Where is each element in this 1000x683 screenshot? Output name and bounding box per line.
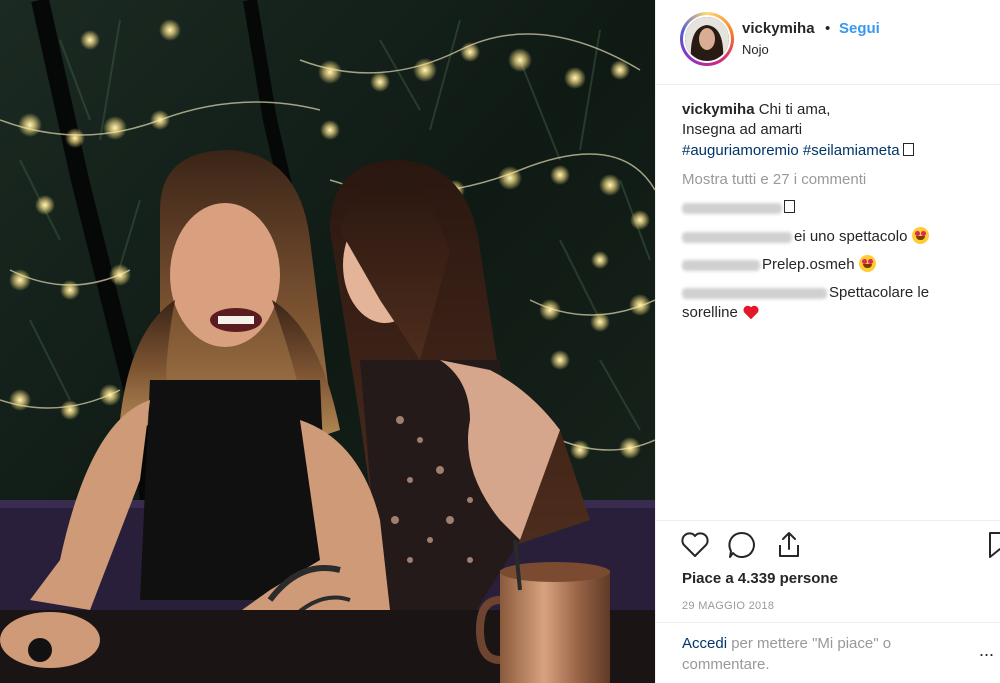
bookmark-icon[interactable]: [983, 528, 1000, 562]
heart-icon[interactable]: [678, 528, 712, 562]
login-link[interactable]: Accedi: [682, 635, 727, 652]
comment-text-continued: sorelline: [682, 304, 738, 321]
caption-hashtags: #auguriamoremio #seilamiameta: [682, 141, 914, 161]
comment-text: ei uno spettacolo: [794, 228, 908, 245]
login-prompt: Accedi per mettere "Mi piace" o commenta…: [682, 633, 952, 675]
comment-username-blurred[interactable]: [682, 202, 782, 214]
login-prompt-text-2: commentare.: [682, 656, 770, 673]
likes-count[interactable]: Piace a 4.339 persone: [682, 570, 838, 587]
login-prompt-text: per mettere "Mi piace" o: [727, 635, 892, 652]
follow-button[interactable]: Segui: [839, 20, 880, 37]
comment-text: Prelep.osmeh: [762, 256, 855, 273]
more-options-icon[interactable]: ...: [979, 640, 994, 661]
unknown-glyph-icon: [902, 143, 914, 156]
hashtag-link-1[interactable]: #auguriamoremio: [682, 142, 799, 159]
hashtag-link-2[interactable]: #seilamiameta: [803, 142, 900, 159]
divider: [656, 520, 1000, 521]
comment-item: ei uno spettacolo: [682, 227, 929, 247]
story-ring[interactable]: [680, 12, 734, 66]
comment-username-blurred[interactable]: [682, 259, 760, 271]
caption-text-1: Chi ti ama,: [758, 101, 831, 118]
post-side-panel: vickymiha • Segui Nojo vickymiha Chi ti …: [655, 0, 1000, 683]
post-photo[interactable]: [0, 0, 655, 683]
comment-item-continued: sorelline: [682, 303, 760, 323]
post-header: vickymiha • Segui Nojo: [656, 0, 1000, 85]
comment-item: Spettacolare le: [682, 283, 929, 303]
heart-eyes-emoji-icon: [858, 255, 876, 272]
caption-line-1: vickymiha Chi ti ama,: [682, 100, 830, 120]
caption-text-2: Insegna ad amarti: [682, 121, 803, 138]
post-photo-image: [0, 0, 655, 683]
avatar[interactable]: [683, 15, 731, 63]
caption-username[interactable]: vickymiha: [682, 101, 755, 118]
comment-icon[interactable]: [725, 528, 759, 562]
comment-item: [682, 198, 795, 218]
heart-eyes-emoji-icon: [911, 227, 929, 244]
location-link[interactable]: Nojo: [742, 42, 769, 57]
post-date[interactable]: 29 MAGGIO 2018: [682, 600, 774, 612]
comment-username-blurred[interactable]: [682, 231, 792, 243]
separator-dot: •: [825, 20, 831, 37]
comment-username-blurred[interactable]: [682, 287, 827, 299]
red-heart-emoji-icon: [743, 305, 759, 320]
divider: [656, 622, 1000, 623]
comment-text: Spettacolare le: [829, 284, 930, 301]
avatar-image: [685, 17, 729, 61]
unknown-glyph-icon: [784, 200, 795, 213]
comment-item: Prelep.osmeh: [682, 255, 876, 275]
caption-line-2: Insegna ad amarti: [682, 120, 802, 140]
show-all-comments-link[interactable]: Mostra tutti e 27 i commenti: [682, 170, 866, 190]
share-icon[interactable]: [772, 528, 806, 562]
username-link[interactable]: vickymiha: [742, 20, 815, 37]
